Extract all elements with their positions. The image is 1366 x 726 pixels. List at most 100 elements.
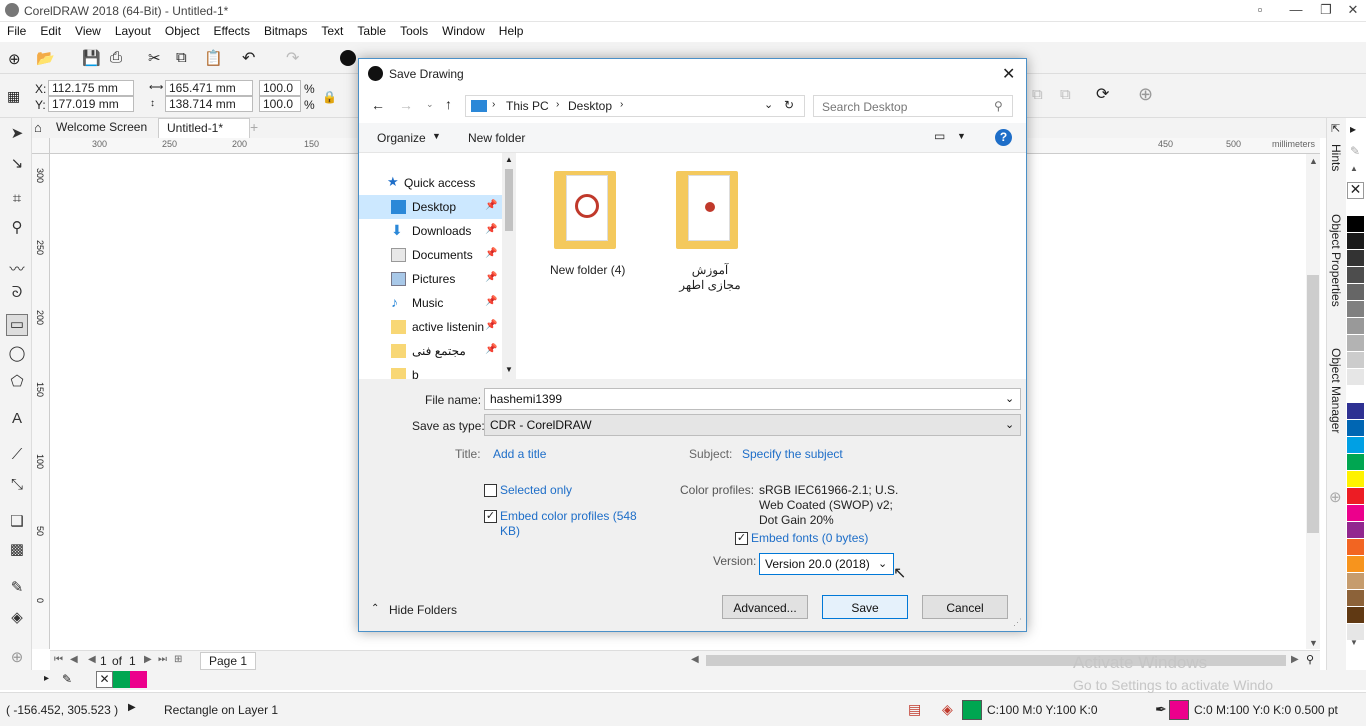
palette-scroll-down-icon[interactable]: ▼ bbox=[1350, 638, 1358, 647]
eyedropper-tool-icon[interactable]: ✎ bbox=[6, 578, 28, 600]
dimension-tool-icon[interactable]: ⟋ bbox=[6, 446, 28, 468]
minimize-button[interactable]: — bbox=[1286, 2, 1306, 20]
nav-music[interactable]: ♪ Music 📌 bbox=[359, 291, 503, 315]
hide-folders-button[interactable]: Hide Folders bbox=[389, 603, 457, 617]
outline-color-swatch[interactable] bbox=[1169, 700, 1189, 720]
color-palette[interactable]: ✕ bbox=[1347, 182, 1366, 641]
close-button[interactable]: ✕ bbox=[1343, 2, 1363, 20]
menu-text[interactable]: Text bbox=[314, 22, 350, 38]
doc-color-magenta[interactable] bbox=[130, 671, 147, 688]
save-type-select[interactable]: CDR - CorelDRAW ⌄ bbox=[484, 414, 1021, 436]
hscroll-left-icon[interactable]: ◀ bbox=[691, 654, 699, 665]
artistic-media-icon[interactable]: ᘐ bbox=[6, 284, 28, 306]
embed-fonts-label[interactable]: Embed fonts (0 bytes) bbox=[751, 531, 868, 545]
dialog-close-icon[interactable]: ✕ bbox=[1002, 64, 1015, 84]
width-field[interactable]: 165.471 mm bbox=[165, 80, 253, 96]
palette-swatch[interactable] bbox=[1347, 505, 1364, 522]
rectangle-tool-icon[interactable]: ▭ bbox=[6, 314, 28, 336]
convert-curves-icon[interactable]: ⟳ bbox=[1096, 84, 1109, 104]
fill-color-swatch[interactable] bbox=[962, 700, 982, 720]
doc-palette-eyedropper-icon[interactable]: ✎ bbox=[62, 672, 72, 686]
file-name-dropdown-icon[interactable]: ⌄ bbox=[1005, 392, 1014, 405]
y-position-field[interactable]: 177.019 mm bbox=[48, 96, 134, 112]
search-icon[interactable]: ⚲ bbox=[994, 99, 1003, 113]
palette-swatch[interactable] bbox=[1347, 352, 1364, 369]
ellipse-tool-icon[interactable]: ◯ bbox=[6, 344, 28, 366]
organize-dropdown-icon[interactable]: ▼ bbox=[432, 131, 441, 141]
file-name-input[interactable]: hashemi1399 ⌄ bbox=[484, 388, 1021, 410]
new-folder-button[interactable]: New folder bbox=[468, 131, 525, 145]
specify-subject-link[interactable]: Specify the subject bbox=[742, 447, 843, 461]
menu-edit[interactable]: Edit bbox=[33, 22, 68, 38]
up-arrow-icon[interactable]: ↑ bbox=[445, 96, 452, 112]
last-page-icon[interactable]: ⏭ bbox=[158, 654, 167, 665]
text-tool-icon[interactable]: A bbox=[6, 410, 28, 432]
corel-connect-icon[interactable] bbox=[340, 50, 356, 66]
resize-grip-icon[interactable]: ⋰ bbox=[1013, 617, 1022, 628]
maximize-button[interactable]: ❐ bbox=[1316, 2, 1336, 20]
version-dropdown-icon[interactable]: ⌄ bbox=[878, 557, 887, 570]
help-icon[interactable]: ? bbox=[995, 129, 1012, 146]
add-docker-icon[interactable]: ⊕ bbox=[1329, 488, 1342, 506]
palette-swatch[interactable] bbox=[1347, 437, 1364, 454]
palette-swatch[interactable] bbox=[1347, 199, 1364, 216]
selected-only-label[interactable]: Selected only bbox=[500, 483, 572, 497]
menu-file[interactable]: File bbox=[0, 22, 33, 38]
folder-item[interactable]: آموزش مجازی اطهر bbox=[674, 171, 764, 292]
menu-bitmaps[interactable]: Bitmaps bbox=[257, 22, 314, 38]
menu-window[interactable]: Window bbox=[435, 22, 492, 38]
cancel-button[interactable]: Cancel bbox=[922, 595, 1008, 619]
ruler-origin[interactable] bbox=[32, 138, 50, 154]
open-icon[interactable]: 📂 bbox=[36, 49, 55, 67]
palette-swatch[interactable] bbox=[1347, 318, 1364, 335]
pin-icon[interactable]: 📌 bbox=[485, 224, 497, 235]
no-color-swatch[interactable]: ✕ bbox=[1347, 182, 1364, 199]
first-page-icon[interactable]: ⏮ bbox=[54, 654, 63, 665]
view-options-icon[interactable]: ▭ bbox=[934, 129, 945, 143]
embed-fonts-checkbox[interactable]: ✓ bbox=[735, 532, 748, 545]
forward-arrow-icon[interactable]: → bbox=[399, 97, 413, 113]
paste-icon[interactable]: 📋 bbox=[204, 49, 223, 67]
doc-color-green[interactable] bbox=[113, 671, 130, 688]
menu-table[interactable]: Table bbox=[350, 22, 393, 38]
selected-only-checkbox[interactable] bbox=[484, 484, 497, 497]
tab-welcome[interactable]: Welcome Screen bbox=[48, 118, 155, 138]
add-icon[interactable]: ⊕ bbox=[1138, 84, 1153, 105]
doc-palette-flyout-icon[interactable]: ▸ bbox=[44, 673, 49, 684]
add-tab-icon[interactable]: + bbox=[250, 119, 258, 135]
new-document-icon[interactable]: ⊕ bbox=[8, 50, 21, 68]
palette-swatch[interactable] bbox=[1347, 454, 1364, 471]
color-proof-icon[interactable]: ▤ bbox=[908, 701, 921, 718]
palette-swatch[interactable] bbox=[1347, 471, 1364, 488]
palette-eyedropper-icon[interactable]: ✎ bbox=[1350, 144, 1360, 158]
pin-icon[interactable]: 📌 bbox=[485, 296, 497, 307]
menu-object[interactable]: Object bbox=[158, 22, 207, 38]
zoom-nav-icon[interactable]: ⚲ bbox=[1306, 653, 1314, 666]
palette-swatch[interactable] bbox=[1347, 607, 1364, 624]
hscroll-right-icon[interactable]: ▶ bbox=[1291, 654, 1299, 665]
palette-swatch[interactable] bbox=[1347, 573, 1364, 590]
nav-quick-access[interactable]: ★ Quick access bbox=[359, 171, 503, 195]
docker-hints-tab[interactable]: Hints bbox=[1329, 144, 1343, 171]
menu-layout[interactable]: Layout bbox=[108, 22, 158, 38]
menu-effects[interactable]: Effects bbox=[207, 22, 257, 38]
nav-pictures[interactable]: Pictures 📌 bbox=[359, 267, 503, 291]
print-icon[interactable]: ⎙ bbox=[110, 49, 122, 66]
back-arrow-icon[interactable]: ← bbox=[371, 97, 385, 113]
nav-active-listening[interactable]: active listenin 📌 bbox=[359, 315, 503, 339]
search-desktop-input[interactable]: Search Desktop ⚲ bbox=[813, 95, 1013, 117]
status-arrow-icon[interactable]: ▶ bbox=[128, 702, 136, 713]
prev-page-icon[interactable]: ◀ bbox=[88, 654, 96, 665]
add-title-link[interactable]: Add a title bbox=[493, 447, 546, 461]
height-field[interactable]: 138.714 mm bbox=[165, 96, 253, 112]
transparency-tool-icon[interactable]: ▩ bbox=[6, 540, 28, 562]
prev-page-icon[interactable]: ◀ bbox=[70, 654, 78, 665]
nav-downloads[interactable]: ⬇ Downloads 📌 bbox=[359, 219, 503, 243]
address-bar[interactable]: › This PC › Desktop › ⌄ ↻ bbox=[465, 95, 805, 117]
x-position-field[interactable]: 112.175 mm bbox=[48, 80, 134, 96]
add-page-icon[interactable]: ⊞ bbox=[174, 654, 182, 665]
palette-swatch[interactable] bbox=[1347, 386, 1364, 403]
docker-pin-icon[interactable]: ⇱ bbox=[1331, 122, 1340, 135]
undo-icon[interactable]: ↶ bbox=[242, 48, 255, 68]
advanced-button[interactable]: Advanced... bbox=[722, 595, 808, 619]
